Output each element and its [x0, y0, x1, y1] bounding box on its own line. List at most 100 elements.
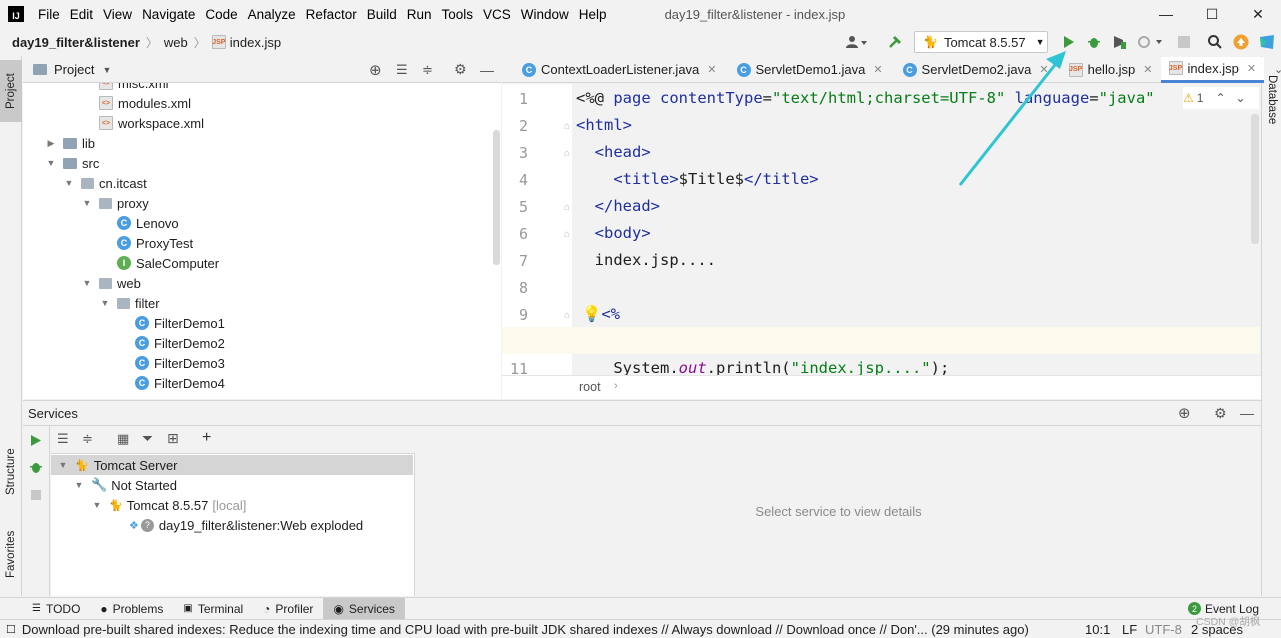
stop-icon[interactable] — [1175, 33, 1193, 51]
inspection-widget[interactable]: ⚠ 1 ⌃ ⌄ — [1183, 87, 1259, 109]
filter-icon[interactable]: ⏷ — [142, 430, 153, 447]
group-by-icon[interactable]: ▦ — [117, 431, 129, 447]
project-tree-item[interactable]: <> workspace.xml — [81, 113, 204, 133]
project-tree-item[interactable]: <> modules.xml — [81, 93, 191, 113]
services-row-status[interactable]: ▼ 🔧 Not Started — [73, 475, 177, 495]
fold-marker-icon[interactable]: ⌂ — [564, 310, 570, 321]
menu-vcs[interactable]: VCS — [479, 7, 517, 22]
line-separator[interactable]: LF — [1122, 622, 1137, 637]
run-icon[interactable] — [29, 434, 42, 450]
menu-view[interactable]: View — [99, 7, 138, 22]
project-tree-item[interactable]: ▶ lib — [45, 133, 95, 153]
project-tree-item[interactable]: C Lenovo — [99, 213, 179, 233]
gear-icon[interactable]: ⚙ — [454, 61, 467, 78]
tab-contextloaderlistener[interactable]: C ContextLoaderListener.java ✕ — [502, 57, 725, 83]
project-tree-item[interactable]: ▼ proxy — [81, 193, 149, 213]
add-service-icon[interactable]: + — [202, 429, 211, 447]
user-account-icon[interactable] — [844, 33, 870, 51]
status-toggle-icon[interactable]: ☐ — [6, 623, 16, 636]
project-tree-item[interactable]: C FilterDemo4 — [117, 373, 225, 393]
debug-bug-icon[interactable] — [1085, 33, 1103, 51]
expand-all-icon[interactable]: ☰ — [57, 431, 69, 447]
project-tree-item[interactable]: I SaleComputer — [99, 253, 219, 273]
run-with-coverage-icon[interactable] — [1110, 33, 1128, 51]
close-tab-icon[interactable]: ✕ — [1143, 63, 1152, 76]
breadcrumb-project[interactable]: day19_filter&listener — [12, 35, 140, 50]
project-tree-item[interactable]: C FilterDemo2 — [117, 333, 225, 353]
menu-code[interactable]: Code — [201, 7, 243, 22]
menu-refactor[interactable]: Refactor — [302, 7, 363, 22]
stop-icon[interactable] — [31, 488, 41, 503]
status-message[interactable]: Download pre-built shared indexes: Reduc… — [22, 622, 1029, 637]
breadcrumb-folder[interactable]: web — [164, 35, 188, 50]
gear-icon[interactable]: ⚙ — [1214, 405, 1227, 422]
minimize-button[interactable]: — — [1143, 0, 1189, 28]
previous-highlight-icon[interactable]: ⌃ — [1215, 91, 1225, 105]
menu-help[interactable]: Help — [575, 7, 613, 22]
tab-profiler[interactable]: ◔ Profiler — [253, 598, 323, 620]
caret-position[interactable]: 10:1 — [1085, 622, 1110, 637]
fold-marker-icon[interactable]: ⌂ — [564, 229, 570, 240]
project-tool-tab[interactable]: Project — [0, 60, 22, 122]
chevron-down-icon[interactable]: ▼ — [81, 198, 93, 208]
project-tree-item[interactable]: ▼ cn.itcast — [63, 173, 147, 193]
locate-file-icon[interactable]: ⊕ — [369, 61, 382, 79]
profiler-icon[interactable] — [1136, 33, 1166, 51]
services-row-artifact[interactable]: ❖ ? day19_filter&listener:Web exploded — [129, 515, 363, 535]
menu-edit[interactable]: Edit — [66, 7, 99, 22]
close-tab-icon[interactable]: ✕ — [707, 63, 716, 76]
editor-scrollbar[interactable] — [1251, 114, 1259, 244]
close-tab-icon[interactable]: ✕ — [873, 63, 882, 76]
hide-panel-icon[interactable]: — — [1240, 405, 1254, 421]
project-tree-item[interactable]: C FilterDemo1 — [117, 313, 225, 333]
debug-bug-icon[interactable] — [29, 460, 43, 477]
editor-breadcrumb-root[interactable]: root — [579, 380, 601, 394]
chevron-down-icon[interactable]: ▼ — [99, 298, 111, 308]
breadcrumb-file[interactable]: index.jsp — [230, 35, 281, 50]
collapse-all-icon[interactable]: ≑ — [82, 431, 93, 447]
project-tree-item[interactable]: C FilterDemo3 — [117, 353, 225, 373]
chevron-down-icon[interactable]: ▼ — [102, 65, 111, 75]
favorites-tool-tab[interactable]: Favorites — [0, 518, 22, 590]
project-tree-item[interactable]: ▼ src — [45, 153, 100, 173]
chevron-down-icon[interactable]: ▼ — [45, 158, 57, 168]
menu-analyze[interactable]: Analyze — [244, 7, 302, 22]
close-window-button[interactable]: ✕ — [1235, 0, 1281, 28]
file-encoding[interactable]: UTF-8 — [1145, 622, 1182, 637]
maximize-button[interactable]: ☐ — [1189, 0, 1235, 28]
project-tree-item[interactable]: ▼ filter — [99, 293, 160, 313]
menu-file[interactable]: File — [34, 7, 66, 22]
services-row-instance[interactable]: ▼ 🐈 Tomcat 8.5.57 [local] — [91, 495, 247, 515]
menu-build[interactable]: Build — [363, 7, 403, 22]
project-tree-item[interactable]: ▼ web — [81, 273, 141, 293]
fold-marker-icon[interactable]: ⌂ — [564, 121, 570, 132]
search-icon[interactable] — [1206, 33, 1224, 51]
project-tree-item[interactable]: C ProxyTest — [99, 233, 193, 253]
code-editor[interactable]: <%@ page contentType="text/html;charset=… — [572, 84, 1260, 375]
update-icon[interactable] — [1232, 33, 1250, 51]
build-hammer-icon[interactable] — [886, 33, 904, 51]
locate-icon[interactable]: ⊕ — [1178, 404, 1191, 422]
services-row-server[interactable]: ▼ 🐈 Tomcat Server — [51, 455, 413, 475]
toolbox-icon[interactable] — [1258, 33, 1276, 51]
project-tree-scrollbar[interactable] — [493, 130, 500, 265]
menu-window[interactable]: Window — [517, 7, 575, 22]
fold-marker-icon[interactable]: ⌂ — [564, 202, 570, 213]
new-tab-icon[interactable]: ⊞ — [167, 430, 179, 447]
tab-todo[interactable]: ☰ TODO — [22, 598, 90, 620]
tab-list-dropdown-icon[interactable]: ⌄ — [1274, 63, 1281, 76]
chevron-down-icon[interactable]: ▼ — [63, 178, 75, 188]
tab-servletdemo1[interactable]: C ServletDemo1.java ✕ — [725, 57, 891, 83]
tab-problems[interactable]: ● Problems — [90, 598, 173, 620]
hide-panel-icon[interactable]: — — [480, 62, 494, 78]
project-tree-item[interactable]: <> misc.xml — [81, 83, 169, 93]
menu-navigate[interactable]: Navigate — [138, 7, 201, 22]
structure-tool-tab[interactable]: Structure — [0, 432, 22, 512]
next-highlight-icon[interactable]: ⌄ — [1236, 91, 1246, 105]
close-tab-icon[interactable]: ✕ — [1247, 62, 1256, 75]
fold-marker-icon[interactable]: ⌂ — [564, 148, 570, 159]
tab-terminal[interactable]: ▣ Terminal — [173, 598, 253, 620]
chevron-right-icon[interactable]: ▶ — [45, 138, 57, 149]
collapse-all-icon[interactable]: ≑ — [422, 62, 433, 78]
expand-all-icon[interactable]: ☰ — [396, 62, 408, 78]
